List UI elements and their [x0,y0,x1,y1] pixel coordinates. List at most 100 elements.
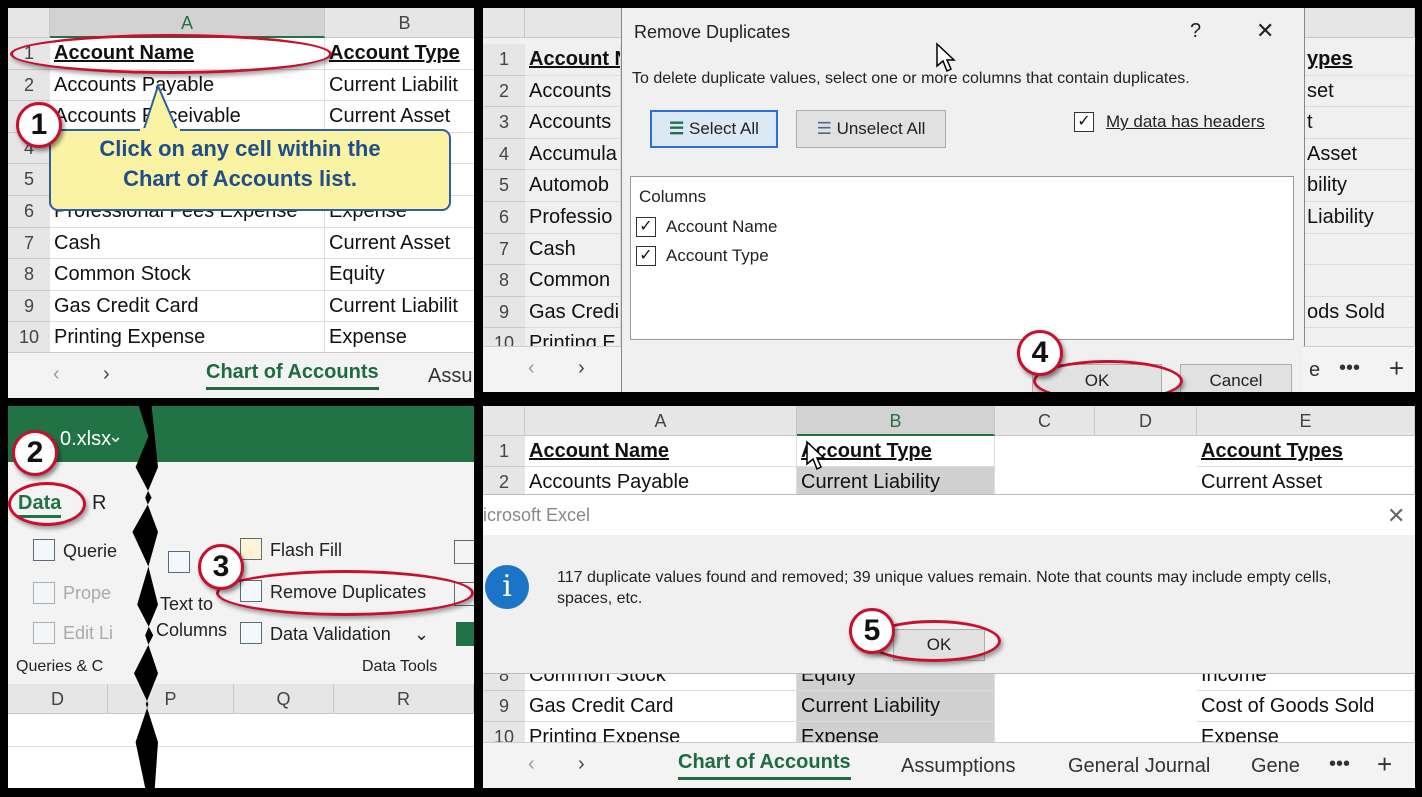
help-icon[interactable]: ? [1190,20,1201,43]
cell-b1[interactable]: Account Type [325,38,474,70]
cell-a10[interactable]: Printing Expense [50,322,325,354]
column-header-p[interactable]: P [108,684,234,714]
row-number[interactable]: 1 [483,44,525,76]
cell-e9[interactable]: Cost of Goods Sold [1197,691,1415,722]
add-sheet-icon[interactable]: + [1389,353,1404,384]
column-header-d[interactable]: D [8,684,108,714]
cell-a9[interactable]: Gas Credit Card [50,290,325,323]
cell-e7[interactable] [1303,233,1415,266]
manage-data-model-icon[interactable] [456,622,474,646]
column-b-checkbox[interactable]: ✓ [636,246,656,266]
tab-chart-of-accounts[interactable]: Chart of Accounts [206,361,379,390]
row-number[interactable]: 7 [8,227,50,260]
ribbon-tab-r[interactable]: R [92,492,106,515]
close-icon[interactable]: ✕ [1387,503,1405,529]
tab-scroll-left-icon[interactable]: ‹ [53,363,60,386]
more-tabs-icon[interactable]: ••• [1339,357,1360,380]
unselect-all-button[interactable]: ☰ Unselect All [796,110,946,148]
select-all-button[interactable]: ☰ Select All [650,110,778,148]
corner-cell[interactable] [483,406,525,436]
data-validation-button[interactable]: Data Validation [270,624,391,645]
filename-chevron-down-icon[interactable]: ⌄ [108,426,123,447]
row-number[interactable]: 1 [483,436,525,467]
cell-e9[interactable]: ods Sold [1303,296,1415,329]
cell-a3[interactable]: Accounts [525,107,621,139]
column-header-r[interactable]: R [334,684,474,714]
cell-a4[interactable]: Accumula [525,138,621,171]
flash-fill-button[interactable]: Flash Fill [270,540,342,561]
properties-button[interactable]: Prope [63,583,111,604]
close-icon[interactable]: ✕ [1256,18,1274,44]
tab-scroll-left-icon[interactable]: ‹ [528,357,535,380]
corner-cell[interactable] [8,8,50,38]
tab-scroll-right-icon[interactable]: › [578,357,585,380]
tab-scroll-right-icon[interactable]: › [103,363,110,386]
row-number[interactable]: 6 [483,202,525,234]
cell-b10[interactable]: Expense [325,322,474,354]
cell-b7[interactable]: Current Asset [325,228,474,260]
column-header-a[interactable] [525,8,635,38]
column-a-checkbox[interactable]: ✓ [636,217,656,237]
cell-e5[interactable]: bility [1303,170,1415,202]
tab-scroll-right-icon[interactable]: › [578,753,585,776]
cell-b9[interactable]: Current Liabilit [325,291,474,323]
file-name[interactable]: 0.xlsx [60,428,111,451]
cell-b9[interactable]: Current Liability [797,691,995,722]
more-tabs-icon[interactable]: ••• [1329,753,1350,776]
cell-e1[interactable]: Account Types [1197,436,1415,467]
row-number[interactable]: 9 [483,691,525,722]
cell-e1[interactable]: ypes [1303,44,1415,76]
cell-e8[interactable] [1303,265,1415,297]
row-number[interactable]: 2 [483,75,525,108]
column-header-d[interactable]: D [1095,406,1197,436]
row-number[interactable]: 4 [483,138,525,171]
cell-a1[interactable]: Account Name [525,436,797,467]
row-number[interactable]: 5 [483,170,525,202]
consolidate-icon[interactable] [454,540,474,564]
edit-links-button[interactable]: Edit Li [63,623,113,644]
cell-b8[interactable]: Equity [325,259,474,291]
cell-e2[interactable]: set [1303,75,1415,108]
cell-a5[interactable]: Automob [525,170,621,202]
row-number[interactable]: 10 [8,322,50,354]
cell-e3[interactable]: t [1303,107,1415,139]
column-header-q[interactable]: Q [234,684,334,714]
text-to-columns-label-2[interactable]: Columns [156,620,227,641]
row-number[interactable]: 8 [483,265,525,297]
text-to-columns-icon[interactable] [168,551,190,573]
cell-a8[interactable]: Common Stock [50,259,325,291]
tab-chart-of-accounts[interactable]: Chart of Accounts [678,751,851,780]
tab-general-partial[interactable]: Gene [1251,755,1300,778]
column-header-e[interactable]: E [1197,406,1415,436]
column-header-b[interactable]: B [797,406,995,436]
column-header-c[interactable]: C [995,406,1095,436]
cell-e4[interactable]: Asset [1303,138,1415,171]
cancel-button[interactable]: Cancel [1180,364,1292,392]
cell-a7[interactable]: Cash [50,227,325,260]
tab-scroll-left-icon[interactable]: ‹ [528,753,535,776]
text-to-columns-label-1[interactable]: Text to [160,594,213,615]
my-data-has-headers-checkbox[interactable]: ✓ [1074,112,1094,132]
cell-a2[interactable]: Accounts [525,75,621,108]
data-validation-chevron-down-icon[interactable]: ⌄ [414,624,429,645]
cell-a9[interactable]: Gas Credit Card [525,691,797,722]
corner-cell[interactable] [483,8,525,38]
cell-e6[interactable]: Liability [1303,202,1415,234]
tab-general-journal[interactable]: General Journal [1068,755,1210,778]
column-header-b[interactable]: B [325,8,474,38]
cell-a6[interactable]: Professio [525,202,621,234]
row-number[interactable]: 3 [483,107,525,139]
row-number[interactable]: 8 [8,259,50,291]
cell-a7[interactable]: Cash [525,233,621,266]
tab-assumptions-partial[interactable]: Assu [428,365,472,388]
row-number[interactable]: 9 [483,296,525,329]
tab-partial[interactable]: e [1309,359,1320,382]
row-number[interactable]: 9 [8,290,50,323]
cell-a1[interactable]: Account N [525,44,621,76]
cell-a8[interactable]: Common [525,265,621,297]
queries-button[interactable]: Querie [63,541,117,562]
row-number[interactable]: 7 [483,233,525,266]
columns-listbox[interactable]: Columns ✓ Account Name ✓ Account Type [630,176,1294,340]
tab-assumptions[interactable]: Assumptions [901,755,1016,778]
add-sheet-icon[interactable]: + [1377,749,1392,780]
